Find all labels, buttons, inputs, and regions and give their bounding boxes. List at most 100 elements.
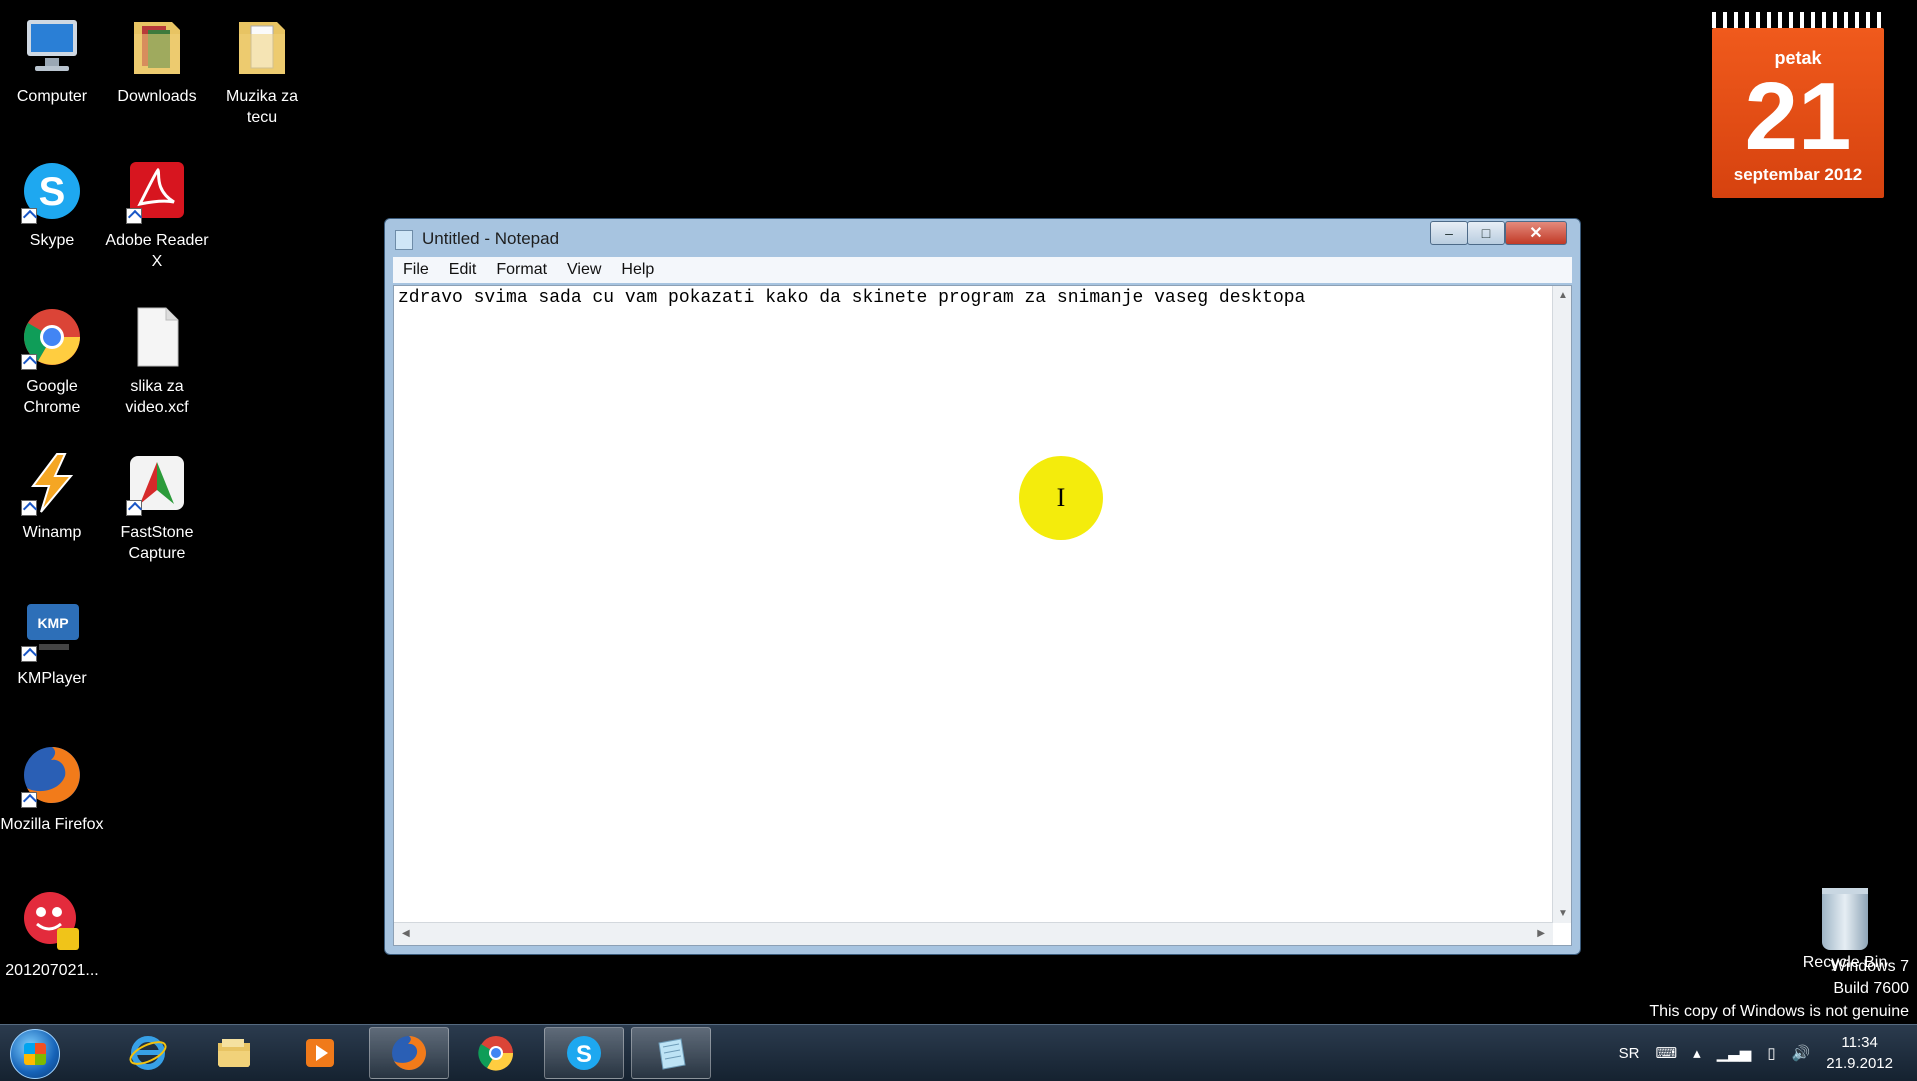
notepad-icon <box>395 230 413 250</box>
desktop-icon-video-file[interactable]: 201207021... <box>0 888 104 981</box>
clock-time: 11:34 <box>1841 1034 1878 1051</box>
kmplayer-icon: KMP <box>19 596 85 662</box>
taskbar-skype[interactable]: S <box>544 1027 624 1079</box>
svg-text:S: S <box>576 1041 592 1068</box>
shortcut-arrow-icon <box>21 500 37 516</box>
vertical-scrollbar[interactable]: ▲ ▼ <box>1552 286 1571 923</box>
folder-icon <box>229 14 295 80</box>
desktop-icon-label: Muzika za tecu <box>225 88 299 126</box>
system-tray: SR ⌨ ▴ ▁▃▅ ▯ 🔊 11:34 21.9.2012 <box>1619 1025 1907 1081</box>
desktop-icon-winamp[interactable]: Winamp <box>0 450 104 543</box>
calendar-month-year: septembar 2012 <box>1733 165 1863 184</box>
explorer-icon <box>218 1039 250 1067</box>
watermark-line2: Build 7600 <box>1833 980 1909 997</box>
editor-content[interactable]: zdravo svima sada cu vam pokazati kako d… <box>398 288 1305 308</box>
cursor-highlight: I <box>1019 456 1103 540</box>
desktop-icon-faststone[interactable]: FastStone Capture <box>105 450 209 564</box>
notepad-icon <box>658 1038 686 1070</box>
taskbar-media-player[interactable] <box>280 1027 360 1079</box>
scroll-down-arrow-icon[interactable]: ▼ <box>1558 908 1568 919</box>
clock[interactable]: 11:34 21.9.2012 <box>1826 1032 1893 1074</box>
scroll-up-arrow-icon[interactable]: ▲ <box>1558 290 1568 301</box>
shortcut-arrow-icon <box>21 208 37 224</box>
watermark-line1: Windows 7 <box>1830 958 1909 975</box>
chrome-icon <box>19 304 85 370</box>
text-editor[interactable]: zdravo svima sada cu vam pokazati kako d… <box>393 285 1572 946</box>
horizontal-scrollbar[interactable]: ◀ ▶ <box>394 922 1553 945</box>
firefox-icon <box>392 1036 426 1070</box>
taskbar-explorer[interactable] <box>194 1027 274 1079</box>
firefox-icon <box>19 742 85 808</box>
desktop-icon-label: Winamp <box>22 524 82 541</box>
desktop-icon-label: Downloads <box>117 88 197 105</box>
recycle-bin-icon <box>1822 888 1868 950</box>
desktop-icon-label: Computer <box>16 88 88 105</box>
skype-icon: S <box>567 1036 601 1070</box>
desktop-icon-adobe-reader[interactable]: Adobe Reader X <box>105 158 209 272</box>
menu-view[interactable]: View <box>557 261 611 279</box>
winamp-icon <box>19 450 85 516</box>
calendar-body: petak 21 septembar 2012 <box>1712 28 1884 198</box>
desktop-icon-label: Skype <box>29 232 75 249</box>
title-bar[interactable]: Untitled - Notepad ‒ □ ✕ <box>385 219 1580 257</box>
shortcut-arrow-icon <box>126 500 142 516</box>
language-indicator[interactable]: SR <box>1619 1045 1640 1062</box>
maximize-icon: □ <box>1481 225 1491 241</box>
minimize-button[interactable]: ‒ <box>1430 221 1468 245</box>
desktop-icon-label: Google Chrome <box>23 378 81 416</box>
maximize-button[interactable]: □ <box>1467 221 1505 245</box>
close-button[interactable]: ✕ <box>1505 221 1567 245</box>
desktop-icon-label: Mozilla Firefox <box>0 816 104 833</box>
volume-icon[interactable]: 🔊 <box>1792 1044 1811 1062</box>
watermark-line3: This copy of Windows is not genuine <box>1649 1003 1909 1020</box>
shortcut-arrow-icon <box>21 646 37 662</box>
desktop-icon-xcf-file[interactable]: slika za video.xcf <box>105 304 209 418</box>
faststone-icon <box>124 450 190 516</box>
desktop-icon-skype[interactable]: S Skype <box>0 158 104 251</box>
chrome-icon <box>478 1036 514 1071</box>
taskbar-notepad[interactable] <box>631 1027 711 1079</box>
close-icon: ✕ <box>1529 225 1543 242</box>
desktop-icon-label: KMPlayer <box>17 670 87 687</box>
calendar-gadget[interactable]: petak 21 septembar 2012 <box>1712 12 1884 198</box>
calendar-rings <box>1712 12 1884 28</box>
text-cursor-icon: I <box>1056 483 1066 512</box>
menu-edit[interactable]: Edit <box>439 261 487 279</box>
notepad-window[interactable]: Untitled - Notepad ‒ □ ✕ File Edit Forma… <box>384 218 1581 955</box>
desktop-icon-muzika[interactable]: Muzika za tecu <box>210 14 314 128</box>
keyboard-icon[interactable]: ⌨ <box>1656 1044 1678 1062</box>
desktop-icon-label: slika za video.xcf <box>125 378 189 416</box>
skype-icon: S <box>19 158 85 224</box>
menu-format[interactable]: Format <box>486 261 557 279</box>
minimize-icon: ‒ <box>1445 225 1453 241</box>
desktop-icon-computer[interactable]: Computer <box>0 14 104 107</box>
desktop-icon-downloads[interactable]: Downloads <box>105 14 209 107</box>
menu-help[interactable]: Help <box>611 261 664 279</box>
show-hidden-icons-icon[interactable]: ▴ <box>1693 1044 1701 1062</box>
menu-bar: File Edit Format View Help <box>393 257 1572 283</box>
taskbar-chrome[interactable] <box>456 1027 536 1079</box>
folder-icon <box>124 14 190 80</box>
network-icon[interactable]: ▁▃▅ <box>1717 1044 1752 1062</box>
desktop-icon-firefox[interactable]: Mozilla Firefox <box>0 742 104 835</box>
scroll-left-arrow-icon[interactable]: ◀ <box>402 928 410 939</box>
svg-text:KMP: KMP <box>37 615 68 631</box>
shortcut-arrow-icon <box>21 792 37 808</box>
shortcut-arrow-icon <box>126 208 142 224</box>
desktop-icon-chrome[interactable]: Google Chrome <box>0 304 104 418</box>
shortcut-arrow-icon <box>21 354 37 370</box>
battery-icon[interactable]: ▯ <box>1767 1044 1775 1062</box>
clock-date: 21.9.2012 <box>1826 1055 1893 1072</box>
taskbar-firefox[interactable] <box>369 1027 449 1079</box>
start-button[interactable] <box>10 1029 60 1079</box>
menu-file[interactable]: File <box>393 261 439 279</box>
desktop-icon-kmplayer[interactable]: KMP KMPlayer <box>0 596 104 689</box>
file-icon <box>124 304 190 370</box>
scroll-right-arrow-icon[interactable]: ▶ <box>1537 928 1545 939</box>
adobe-reader-icon <box>124 158 190 224</box>
media-player-icon <box>306 1039 334 1067</box>
taskbar-internet-explorer[interactable] <box>108 1027 188 1079</box>
computer-icon <box>19 14 85 80</box>
desktop-icon-label: Adobe Reader X <box>105 232 209 270</box>
calendar-day-number: 21 <box>1744 63 1852 170</box>
